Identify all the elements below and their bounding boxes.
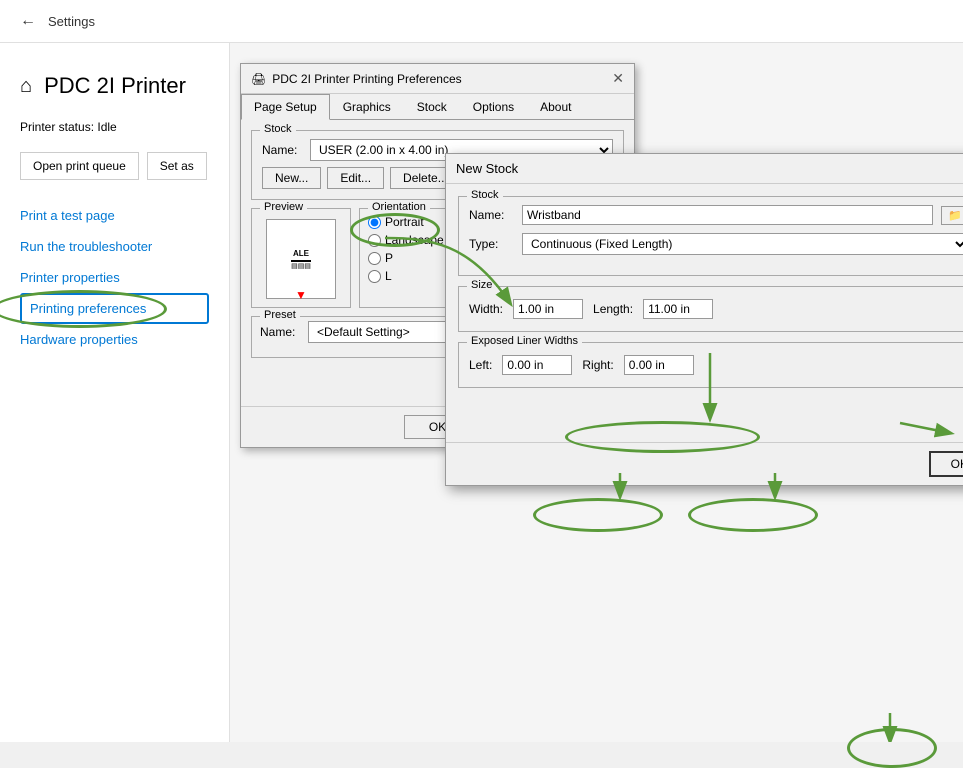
preset-name-label: Name: <box>260 325 302 339</box>
tab-graphics[interactable]: Graphics <box>330 94 404 119</box>
ns-ok-button[interactable]: OK <box>929 451 963 477</box>
printing-preferences-link[interactable]: Printing preferences <box>20 293 209 324</box>
orientation-label: Orientation <box>368 201 430 213</box>
new-stock-dialog: New Stock ✕ Stock Name: 📁 Type: <box>445 153 963 486</box>
nav-links: Print a test page Run the troubleshooter… <box>0 200 229 355</box>
tab-page-setup[interactable]: Page Setup <box>241 94 330 120</box>
set-as-button[interactable]: Set as <box>147 152 207 180</box>
printer-icon: 🖨 <box>251 72 266 86</box>
ns-width-label: Width: <box>469 302 503 316</box>
pref-dialog-close[interactable]: ✕ <box>612 70 624 87</box>
tab-options[interactable]: Options <box>460 94 527 119</box>
ns-length-input[interactable] <box>643 299 713 319</box>
ns-type-select[interactable]: Continuous (Fixed Length) <box>522 233 963 255</box>
preview-content: ALE ▤▤▤ ▼ <box>266 219 336 299</box>
home-icon: ⌂ <box>20 75 32 98</box>
annotation-circle-width <box>533 498 663 532</box>
annotation-circle-ok <box>847 728 937 768</box>
print-test-page-link[interactable]: Print a test page <box>20 200 209 231</box>
ns-liner-label: Exposed Liner Widths <box>467 335 582 347</box>
new-stock-titlebar: New Stock ✕ <box>446 154 963 184</box>
ns-footer: OK Cancel Help <box>446 442 963 485</box>
stock-group-label: Stock <box>260 123 296 135</box>
ns-type-label: Type: <box>469 237 514 251</box>
ns-size-label: Size <box>467 279 496 291</box>
dialog-area: 🖨 PDC 2I Printer Printing Preferences ✕ … <box>230 43 963 742</box>
printer-properties-link[interactable]: Printer properties <box>20 262 209 293</box>
status-label: Printer status: Idle <box>20 120 117 134</box>
main-area: ⌂ PDC 2I Printer Printer status: Idle Op… <box>0 43 963 742</box>
button-row: Open print queue Set as <box>0 144 229 200</box>
ns-length-label: Length: <box>593 302 633 316</box>
ns-liner-row: Left: Right: <box>469 355 963 375</box>
ns-stock-label: Stock <box>467 189 503 201</box>
new-stock-title: New Stock <box>456 161 518 176</box>
hardware-properties-link[interactable]: Hardware properties <box>20 324 209 355</box>
ns-liner-group: Exposed Liner Widths Left: Right: <box>458 342 963 388</box>
ns-browse-button[interactable]: 📁 <box>941 206 963 225</box>
ns-left-panel: Stock Name: 📁 Type: Continuous (Fixed Le… <box>458 196 963 430</box>
device-title: ⌂ PDC 2I Printer <box>0 63 229 119</box>
annotation-circle-length <box>688 498 818 532</box>
preview-label: Preview <box>260 201 307 213</box>
pref-dialog-titlebar: 🖨 PDC 2I Printer Printing Preferences ✕ <box>241 64 634 94</box>
preset-label: Preset <box>260 309 300 321</box>
ns-right-input[interactable] <box>624 355 694 375</box>
ns-name-row: Name: 📁 <box>469 205 963 225</box>
stock-name-label: Name: <box>262 143 304 157</box>
pref-dialog-tabs: Page Setup Graphics Stock Options About <box>241 94 634 120</box>
new-button[interactable]: New... <box>262 167 321 189</box>
left-panel: ⌂ PDC 2I Printer Printer status: Idle Op… <box>0 43 230 742</box>
ns-size-row: Width: Length: <box>469 299 963 319</box>
edit-button[interactable]: Edit... <box>327 167 384 189</box>
settings-header: ← Settings <box>0 0 963 43</box>
ns-size-group: Size Width: Length: <box>458 286 963 332</box>
ns-stock-group: Stock Name: 📁 Type: Continuous (Fixed Le… <box>458 196 963 276</box>
open-print-queue-button[interactable]: Open print queue <box>20 152 139 180</box>
pref-dialog-title: PDC 2I Printer Printing Preferences <box>272 72 461 86</box>
tab-about[interactable]: About <box>527 94 584 119</box>
preview-text: ALE <box>291 249 311 262</box>
back-button[interactable]: ← <box>20 12 36 30</box>
preview-box: Preview ALE ▤▤▤ ▼ <box>251 208 351 308</box>
red-arrow-icon: ▼ <box>295 288 307 302</box>
ns-right-label: Right: <box>582 358 613 372</box>
printer-status: Printer status: Idle <box>0 119 229 144</box>
run-troubleshooter-link[interactable]: Run the troubleshooter <box>20 231 209 262</box>
settings-title: Settings <box>48 14 95 29</box>
ns-type-row: Type: Continuous (Fixed Length) <box>469 233 963 255</box>
ns-name-input[interactable] <box>522 205 933 225</box>
ns-width-input[interactable] <box>513 299 583 319</box>
ns-name-label: Name: <box>469 208 514 222</box>
ns-left-input[interactable] <box>502 355 572 375</box>
device-name: PDC 2I Printer <box>44 73 186 99</box>
tab-stock[interactable]: Stock <box>404 94 460 119</box>
ns-left-label: Left: <box>469 358 492 372</box>
new-stock-body: Stock Name: 📁 Type: Continuous (Fixed Le… <box>446 184 963 442</box>
